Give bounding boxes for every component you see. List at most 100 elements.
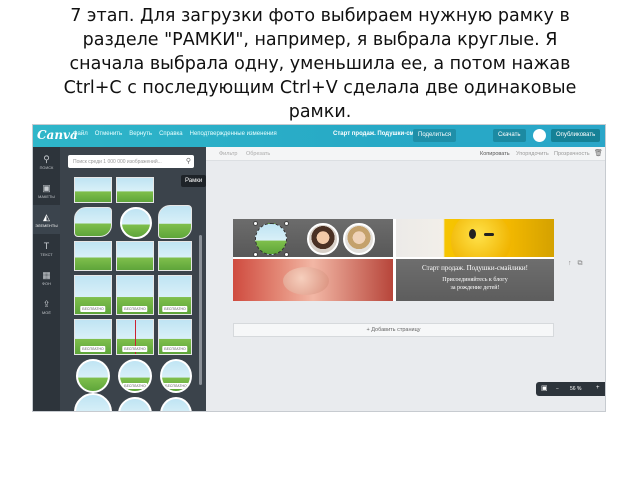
canva-logo[interactable]: Canva bbox=[37, 128, 78, 142]
rail-item-search[interactable]: ⚲ ПОИСК bbox=[33, 147, 60, 176]
frame-thumb[interactable] bbox=[74, 207, 112, 237]
promo-text-block[interactable]: Старт продаж. Подушки-смайлики! Присоеди… bbox=[396, 259, 554, 301]
filter-button[interactable]: Фильтр bbox=[219, 151, 237, 157]
rail-item-label: ПОИСК bbox=[39, 165, 54, 170]
search-input[interactable]: Поиск среди 1 000 000 изображений... ⚲ bbox=[68, 155, 194, 168]
frame-thumb[interactable] bbox=[116, 177, 154, 203]
top-menu: Файл Отменить Вернуть Справка Неподтверж… bbox=[73, 131, 277, 137]
top-bar: Canva Файл Отменить Вернуть Справка Непо… bbox=[33, 125, 605, 147]
frame-thumb-circle[interactable] bbox=[160, 397, 192, 411]
frame-thumb[interactable] bbox=[74, 241, 112, 271]
crop-button[interactable]: Обрезать bbox=[246, 151, 270, 157]
frame-thumb[interactable] bbox=[158, 205, 192, 239]
avatar[interactable] bbox=[533, 129, 546, 142]
selected-circle-frame[interactable] bbox=[255, 223, 287, 255]
design-page[interactable]: Старт продаж. Подушки-смайлики! Присоеди… bbox=[233, 219, 554, 301]
frame-thumb-circle[interactable] bbox=[76, 359, 110, 393]
add-page-button[interactable]: + Добавить страницу bbox=[233, 323, 554, 337]
panel-scrollbar[interactable] bbox=[199, 235, 202, 385]
rail-item-label: ЭЛЕМЕНТЫ bbox=[35, 223, 58, 228]
frame-thumb[interactable]: БЕСПЛАТНО bbox=[158, 275, 192, 315]
frame-thumb[interactable]: БЕСПЛАТНО bbox=[158, 319, 192, 355]
share-button[interactable]: Поделиться bbox=[413, 129, 457, 142]
frame-thumb[interactable] bbox=[158, 241, 192, 271]
rail-item-text[interactable]: T ТЕКСТ bbox=[33, 234, 60, 263]
rail-item-background[interactable]: ▦ ФОН bbox=[33, 263, 60, 292]
frame-thumb[interactable] bbox=[120, 207, 152, 239]
caption-line: Ctrl+C с последующим Ctrl+V сделала две … bbox=[63, 78, 577, 98]
rail-item-label: МАКЕТЫ bbox=[38, 194, 55, 199]
frame-thumb[interactable]: БЕСПЛАТНО bbox=[74, 275, 112, 315]
zoom-controls: ▣ − 56 % + bbox=[536, 382, 605, 396]
frame-thumb-circle[interactable]: БЕСПЛАТНО bbox=[118, 359, 152, 393]
frame-thumb-circle[interactable] bbox=[118, 397, 152, 411]
zoom-in-button[interactable]: + bbox=[596, 385, 600, 391]
baby-photo[interactable] bbox=[233, 259, 393, 301]
page-actions: ↑ ⧉ bbox=[568, 260, 583, 268]
frame-thumb[interactable] bbox=[116, 241, 154, 271]
free-badge: БЕСПЛАТНО bbox=[162, 306, 188, 312]
frames-strip[interactable] bbox=[233, 219, 393, 257]
copy-button[interactable]: Копировать bbox=[480, 151, 510, 157]
search-placeholder: Поиск среди 1 000 000 изображений... bbox=[73, 159, 162, 165]
smiley-pillow bbox=[451, 219, 511, 257]
free-badge: БЕСПЛАТНО bbox=[163, 383, 189, 389]
search-icon: ⚲ bbox=[43, 153, 50, 164]
move-up-icon[interactable]: ↑ bbox=[568, 260, 572, 268]
elements-icon: ◭ bbox=[43, 211, 50, 222]
free-badge: БЕСПЛАТНО bbox=[162, 346, 188, 352]
frame-thumb[interactable]: БЕСПЛАТНО bbox=[116, 319, 154, 355]
free-badge: БЕСПЛАТНО bbox=[80, 306, 106, 312]
canva-editor-screenshot: Canva Файл Отменить Вернуть Справка Непо… bbox=[32, 124, 606, 412]
caption-line: 7 этап. Для загрузки фото выбираем нужну… bbox=[70, 6, 570, 26]
menu-file[interactable]: Файл bbox=[73, 131, 88, 137]
frame-thumb[interactable] bbox=[74, 177, 112, 203]
photo-frame-portrait[interactable] bbox=[343, 223, 375, 255]
rail-item-uploads[interactable]: ⇪ МОЁ bbox=[33, 292, 60, 321]
promo-line[interactable]: Присоединяйтесь к блогу bbox=[396, 277, 554, 283]
frames-tooltip: Рамки bbox=[181, 175, 207, 187]
context-toolbar: Фильтр Обрезать Копировать Упорядочить П… bbox=[206, 147, 605, 161]
zoom-level[interactable]: 56 % bbox=[570, 386, 581, 392]
help-icon[interactable]: ▣ bbox=[541, 384, 548, 392]
free-badge: БЕСПЛАТНО bbox=[122, 306, 148, 312]
resize-handle[interactable] bbox=[253, 221, 258, 226]
menu-undo[interactable]: Отменить bbox=[95, 131, 122, 137]
frames-panel: Поиск среди 1 000 000 изображений... ⚲ Б… bbox=[60, 147, 207, 411]
resize-handle[interactable] bbox=[284, 221, 289, 226]
rail-item-layouts[interactable]: ▣ МАКЕТЫ bbox=[33, 176, 60, 205]
publish-button[interactable]: Опубликовать bbox=[551, 129, 601, 142]
rail-item-label: МОЁ bbox=[42, 310, 51, 315]
smiley-photo[interactable] bbox=[396, 219, 554, 257]
photo-frame-portrait[interactable] bbox=[307, 223, 339, 255]
caption-line: разделе "РАМКИ", например, я выбрала кру… bbox=[82, 30, 558, 50]
caption-line: сначала выбрала одну, уменьшила ее, а по… bbox=[69, 54, 571, 74]
frame-thumb-circle[interactable] bbox=[74, 393, 112, 411]
free-badge: БЕСПЛАТНО bbox=[122, 383, 148, 389]
resize-handle[interactable] bbox=[284, 252, 289, 257]
smiley-wink bbox=[484, 233, 494, 236]
caption-line: рамки. bbox=[288, 102, 352, 122]
promo-line[interactable]: за рождение детей! bbox=[396, 285, 554, 291]
menu-redo[interactable]: Вернуть bbox=[129, 131, 152, 137]
rail-item-elements[interactable]: ◭ ЭЛЕМЕНТЫ bbox=[33, 205, 60, 234]
rail-item-label: ФОН bbox=[42, 281, 51, 286]
resize-handle[interactable] bbox=[253, 252, 258, 257]
zoom-out-button[interactable]: − bbox=[556, 386, 559, 392]
promo-headline[interactable]: Старт продаж. Подушки-смайлики! bbox=[396, 264, 554, 272]
frame-thumb[interactable]: БЕСПЛАТНО bbox=[116, 275, 154, 315]
unsaved-status: Неподтвержденные изменения bbox=[189, 131, 277, 137]
smiley-eye bbox=[469, 229, 476, 239]
transparency-button[interactable]: Прозрачность bbox=[554, 151, 590, 157]
search-icon: ⚲ bbox=[185, 158, 191, 165]
frame-thumb[interactable]: БЕСПЛАТНО bbox=[74, 319, 112, 355]
arrange-button[interactable]: Упорядочить bbox=[516, 151, 549, 157]
download-button[interactable]: Скачать bbox=[493, 129, 526, 142]
free-badge: БЕСПЛАТНО bbox=[122, 346, 148, 352]
free-badge: БЕСПЛАТНО bbox=[80, 346, 106, 352]
trash-icon[interactable]: 🗑 bbox=[594, 149, 603, 157]
menu-help[interactable]: Справка bbox=[159, 131, 183, 137]
layout-icon: ▣ bbox=[42, 182, 51, 193]
frame-thumb-circle[interactable]: БЕСПЛАТНО bbox=[160, 359, 192, 393]
duplicate-page-icon[interactable]: ⧉ bbox=[578, 260, 583, 268]
